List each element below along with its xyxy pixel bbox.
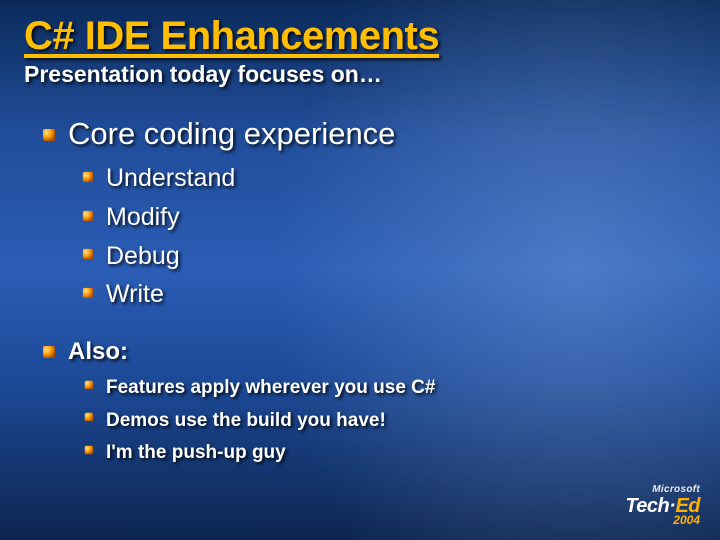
bullet-icon: [84, 380, 94, 390]
bullet-icon: [82, 248, 94, 260]
bullet-icon: [84, 445, 94, 455]
slide: C# IDE Enhancements Presentation today f…: [0, 0, 720, 540]
bullet-icon: [42, 128, 56, 142]
item-features-apply: Features apply wherever you use C#: [106, 374, 696, 402]
item-label: Features apply wherever you use C#: [106, 377, 435, 398]
section-core-coding: Core coding experience Understand Modify…: [68, 116, 696, 312]
slide-subtitle: Presentation today focuses on…: [24, 61, 696, 88]
section-heading: Also:: [68, 338, 128, 365]
slide-content: Core coding experience Understand Modify…: [24, 116, 696, 467]
teched-logo: Microsoft Tech·Ed 2004: [625, 485, 700, 526]
item-label: Debug: [106, 242, 180, 270]
top-list: Core coding experience Understand Modify…: [24, 116, 696, 467]
logo-vendor: Microsoft: [625, 485, 700, 495]
bullet-icon: [82, 171, 94, 183]
item-label: I'm the push-up guy: [106, 442, 286, 463]
item-modify: Modify: [106, 201, 696, 235]
item-demos-build: Demos use the build you have!: [106, 407, 696, 435]
bullet-icon: [42, 345, 56, 359]
item-write: Write: [106, 278, 696, 312]
item-label: Modify: [106, 203, 180, 231]
item-understand: Understand: [106, 162, 696, 196]
item-label: Understand: [106, 164, 235, 192]
slide-title: C# IDE Enhancements: [24, 14, 696, 59]
bullet-icon: [84, 412, 94, 422]
item-label: Write: [106, 280, 164, 308]
also-sublist: Features apply wherever you use C# Demos…: [68, 374, 696, 467]
item-debug: Debug: [106, 240, 696, 274]
section-also: Also: Features apply wherever you use C#…: [68, 338, 696, 467]
bullet-icon: [82, 210, 94, 222]
section-heading: Core coding experience: [68, 116, 395, 151]
item-pushup-guy: I'm the push-up guy: [106, 439, 696, 467]
bullet-icon: [82, 287, 94, 299]
logo-brand-tech: Tech·: [625, 496, 675, 516]
core-sublist: Understand Modify Debug Write: [68, 162, 696, 312]
item-label: Demos use the build you have!: [106, 410, 386, 431]
